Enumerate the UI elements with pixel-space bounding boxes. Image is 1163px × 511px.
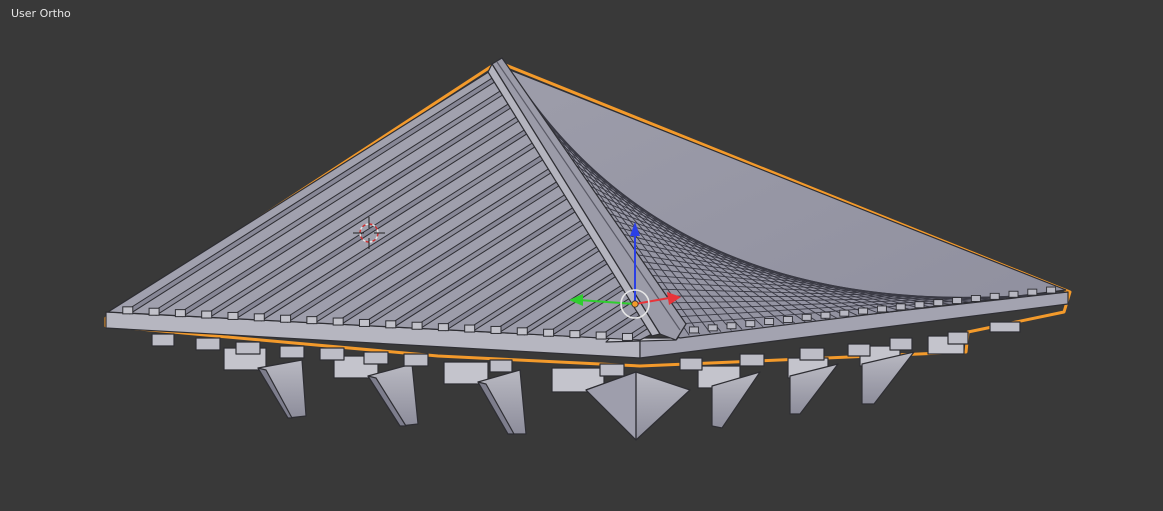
tile-end-cap xyxy=(543,328,555,337)
tile-end-cap xyxy=(914,301,925,309)
tile-end-cap xyxy=(895,303,906,311)
tile-end-cap xyxy=(933,299,944,307)
tile-end-cap xyxy=(595,331,607,340)
tile-end-cap xyxy=(952,297,963,304)
bracket-3 xyxy=(443,361,527,435)
tile-end-cap xyxy=(801,313,812,321)
3d-viewport[interactable]: User Ortho xyxy=(0,0,1163,511)
tile-end-cap xyxy=(1008,290,1019,298)
tile-end-cap xyxy=(411,321,423,330)
tile-end-cap xyxy=(621,332,633,341)
scene-canvas[interactable] xyxy=(0,0,1163,511)
bracket-corner xyxy=(551,367,691,441)
tile-end-cap xyxy=(858,307,869,315)
tile-end-cap xyxy=(989,292,1000,300)
tile-end-cap xyxy=(970,295,981,302)
tile-end-cap xyxy=(688,326,699,334)
tile-end-cap xyxy=(280,314,292,323)
tile-end-cap xyxy=(306,316,318,325)
tile-end-cap xyxy=(437,323,449,332)
tile-end-cap xyxy=(174,309,186,318)
tile-end-cap xyxy=(227,311,239,320)
tile-end-cap xyxy=(820,311,831,319)
object-origin xyxy=(631,300,639,308)
tile-end-cap xyxy=(490,325,502,334)
bracket-5 xyxy=(787,357,839,415)
tile-end-cap xyxy=(358,318,370,327)
tile-end-cap xyxy=(253,313,265,322)
tile-end-cap xyxy=(201,310,213,319)
tile-end-cap xyxy=(385,320,397,329)
tile-end-cap xyxy=(332,317,344,326)
tile-end-cap xyxy=(876,305,887,313)
tile-end-cap xyxy=(839,309,850,317)
tile-end-cap xyxy=(1046,286,1057,294)
tile-end-cap xyxy=(764,318,775,325)
tile-end-cap xyxy=(464,324,476,333)
tile-end-cap xyxy=(726,322,737,330)
tile-end-cap xyxy=(569,330,581,339)
tile-end-cap xyxy=(782,316,793,323)
tile-end-cap xyxy=(707,324,718,332)
tile-end-cap xyxy=(148,307,160,316)
tile-end-cap xyxy=(745,320,756,328)
tile-end-cap xyxy=(1027,288,1038,296)
bracket-4 xyxy=(697,365,761,429)
tile-end-cap xyxy=(122,306,134,315)
tile-end-cap xyxy=(516,327,528,336)
